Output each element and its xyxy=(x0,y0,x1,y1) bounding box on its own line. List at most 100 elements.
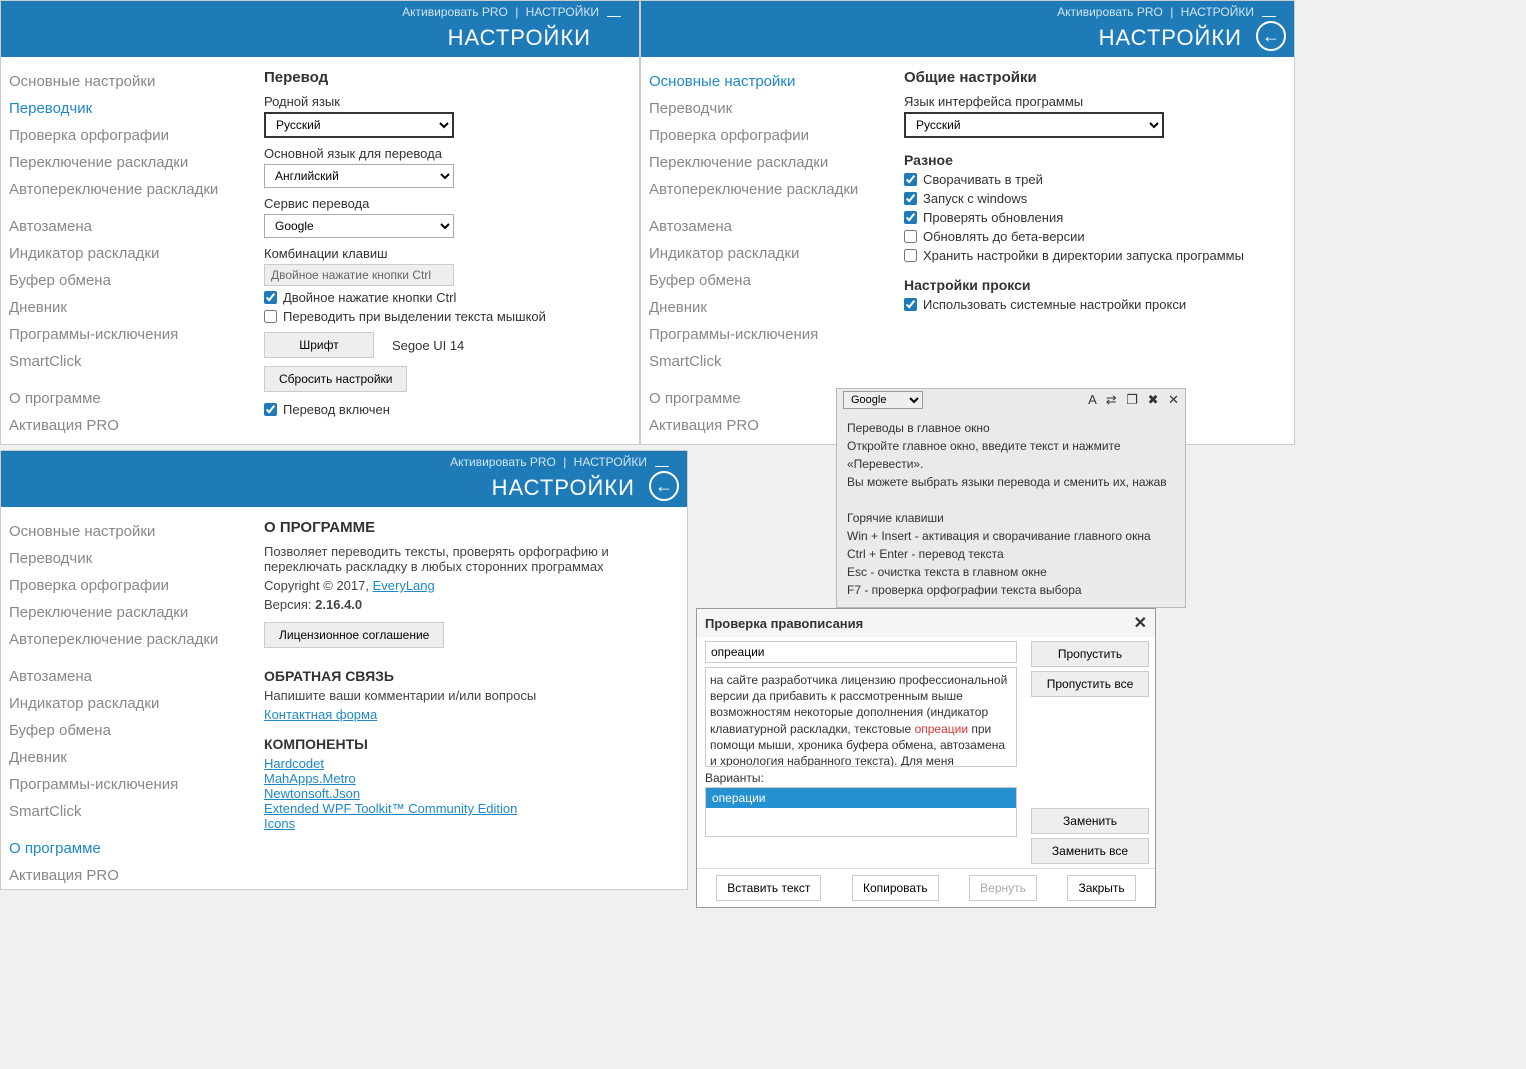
sidebar-item-spell[interactable]: Проверка орфографии xyxy=(7,123,240,148)
component-link[interactable]: MahApps.Metro xyxy=(264,771,356,786)
activate-pro-link[interactable]: Активировать PRO xyxy=(1057,5,1163,19)
sidebar-item-smartclick[interactable]: SmartClick xyxy=(7,799,240,824)
context-text[interactable]: на сайте разработчика лицензию профессио… xyxy=(705,667,1017,767)
content-panel: Перевод Родной язык Русский Основной язы… xyxy=(246,57,639,444)
sidebar-item-autolayout[interactable]: Автопереключение раскладки xyxy=(7,177,240,202)
sidebar-item-autoreplace[interactable]: Автозамена xyxy=(7,214,240,239)
skip-all-button[interactable]: Пропустить все xyxy=(1031,671,1149,697)
component-link[interactable]: Hardcodet xyxy=(264,756,324,771)
sidebar-item-autoreplace[interactable]: Автозамена xyxy=(647,214,880,239)
misspelled-word-input[interactable] xyxy=(705,641,1017,663)
tray-checkbox[interactable] xyxy=(904,173,917,186)
sidebar-item-activation[interactable]: Активация PRO xyxy=(7,413,240,438)
settings-link[interactable]: НАСТРОЙКИ xyxy=(574,455,647,469)
copy-icon[interactable]: ❐ xyxy=(1126,392,1138,407)
activate-pro-link[interactable]: Активировать PRO xyxy=(402,5,508,19)
sidebar-item-activation[interactable]: Активация PRO xyxy=(7,863,240,888)
sidebar-item-clipboard[interactable]: Буфер обмена xyxy=(7,718,240,743)
sidebar-item-about[interactable]: О программе xyxy=(7,386,240,411)
double-ctrl-checkbox[interactable] xyxy=(264,291,277,304)
translator-body: Переводы в главное окно Откройте главное… xyxy=(837,411,1185,607)
copy-button[interactable]: Копировать xyxy=(852,875,939,901)
sidebar-item-translator[interactable]: Переводчик xyxy=(7,546,240,571)
font-size-icon[interactable]: A xyxy=(1088,392,1096,407)
replace-button[interactable]: Заменить xyxy=(1031,808,1149,834)
sidebar-item-main[interactable]: Основные настройки xyxy=(647,69,880,94)
sidebar-item-spell[interactable]: Проверка орфографии xyxy=(7,573,240,598)
sidebar-item-indicator[interactable]: Индикатор раскладки xyxy=(7,241,240,266)
minimize-icon[interactable]: — xyxy=(607,7,621,23)
mouse-select-checkbox[interactable] xyxy=(264,310,277,323)
sidebar-item-layout[interactable]: Переключение раскладки xyxy=(7,150,240,175)
sidebar-item-smartclick[interactable]: SmartClick xyxy=(647,349,880,374)
translator-service-select[interactable]: Google xyxy=(843,391,923,409)
sidebar-item-exclusions[interactable]: Программы-исключения xyxy=(7,322,240,347)
titlebar: Активировать PRO | НАСТРОЙКИ — НАСТРОЙКИ xyxy=(1,1,639,57)
sidebar-item-smartclick[interactable]: SmartClick xyxy=(7,349,240,374)
sidebar-item-layout[interactable]: Переключение раскладки xyxy=(7,600,240,625)
sidebar-item-layout[interactable]: Переключение раскладки xyxy=(647,150,880,175)
back-button[interactable]: ← xyxy=(649,471,679,501)
settings-link[interactable]: НАСТРОЙКИ xyxy=(526,5,599,19)
sidebar-item-clipboard[interactable]: Буфер обмена xyxy=(7,268,240,293)
content-panel: О ПРОГРАММЕ Позволяет переводить тексты,… xyxy=(246,507,687,889)
tray-label: Сворачивать в трей xyxy=(923,172,1043,187)
sidebar-item-indicator[interactable]: Индикатор раскладки xyxy=(7,691,240,716)
sidebar-item-clipboard[interactable]: Буфер обмена xyxy=(647,268,880,293)
font-button[interactable]: Шрифт xyxy=(264,332,374,358)
main-lang-select[interactable]: Английский xyxy=(264,164,454,188)
sidebar-item-autolayout[interactable]: Автопереключение раскладки xyxy=(7,627,240,652)
startup-checkbox[interactable] xyxy=(904,192,917,205)
variant-item[interactable]: операции xyxy=(706,788,1016,808)
close-button[interactable]: Закрыть xyxy=(1067,875,1135,901)
sidebar-item-autolayout[interactable]: Автопереключение раскладки xyxy=(647,177,880,202)
variants-list[interactable]: операции xyxy=(705,787,1017,837)
translate-enabled-checkbox[interactable] xyxy=(264,403,277,416)
sidebar-item-main[interactable]: Основные настройки xyxy=(7,519,240,544)
sidebar-item-diary[interactable]: Дневник xyxy=(7,295,240,320)
hotkeys-field[interactable]: Двойное нажатие кнопки Ctrl xyxy=(264,264,454,286)
sidebar-item-exclusions[interactable]: Программы-исключения xyxy=(647,322,880,347)
sidebar-item-about[interactable]: О программе xyxy=(7,836,240,861)
sidebar-item-main[interactable]: Основные настройки xyxy=(7,69,240,94)
component-link[interactable]: Extended WPF Toolkit™ Community Edition xyxy=(264,801,517,816)
back-button[interactable]: ← xyxy=(1256,21,1286,51)
native-lang-select[interactable]: Русский xyxy=(264,112,454,138)
close-icon[interactable]: ✕ xyxy=(1168,392,1179,407)
hotkey-line: Esc - очистка текста в главном окне xyxy=(847,563,1175,581)
undo-button[interactable]: Вернуть xyxy=(969,875,1037,901)
insert-text-button[interactable]: Вставить текст xyxy=(716,875,821,901)
service-select[interactable]: Google xyxy=(264,214,454,238)
license-button[interactable]: Лицензионное соглашение xyxy=(264,622,444,648)
contact-link[interactable]: Контактная форма xyxy=(264,707,377,722)
sidebar-item-spell[interactable]: Проверка орфографии xyxy=(647,123,880,148)
close-icon[interactable]: ✕ xyxy=(1134,613,1147,633)
activate-pro-link[interactable]: Активировать PRO xyxy=(450,455,556,469)
component-link[interactable]: Icons xyxy=(264,816,295,831)
window-title: НАСТРОЙКИ xyxy=(448,25,591,51)
sidebar-item-diary[interactable]: Дневник xyxy=(7,745,240,770)
everylang-link[interactable]: EveryLang xyxy=(373,578,435,593)
reset-button[interactable]: Сбросить настройки xyxy=(264,366,407,392)
translator-icons: A ⇄ ❐ ✖ ✕ xyxy=(1082,392,1179,408)
sidebar-item-translator[interactable]: Переводчик xyxy=(7,96,240,121)
ui-lang-select[interactable]: Русский xyxy=(904,112,1164,138)
pin-icon[interactable]: ✖ xyxy=(1148,392,1159,407)
updates-checkbox[interactable] xyxy=(904,211,917,224)
swap-icon[interactable]: ⇄ xyxy=(1106,392,1117,407)
settings-link[interactable]: НАСТРОЙКИ xyxy=(1181,5,1254,19)
sidebar-item-indicator[interactable]: Индикатор раскладки xyxy=(647,241,880,266)
sidebar-item-translator[interactable]: Переводчик xyxy=(647,96,880,121)
titlebar: Активировать PRO | НАСТРОЙКИ — НАСТРОЙКИ… xyxy=(641,1,1294,57)
dir-checkbox[interactable] xyxy=(904,249,917,262)
replace-all-button[interactable]: Заменить все xyxy=(1031,838,1149,864)
sidebar-item-autoreplace[interactable]: Автозамена xyxy=(7,664,240,689)
beta-checkbox[interactable] xyxy=(904,230,917,243)
sidebar-item-diary[interactable]: Дневник xyxy=(647,295,880,320)
hotkey-line: F7 - проверка орфографии текста выбора xyxy=(847,581,1175,599)
component-link[interactable]: Newtonsoft.Json xyxy=(264,786,360,801)
proxy-checkbox[interactable] xyxy=(904,298,917,311)
hotkeys-label: Комбинации клавиш xyxy=(264,246,621,261)
sidebar-item-exclusions[interactable]: Программы-исключения xyxy=(7,772,240,797)
skip-button[interactable]: Пропустить xyxy=(1031,641,1149,667)
